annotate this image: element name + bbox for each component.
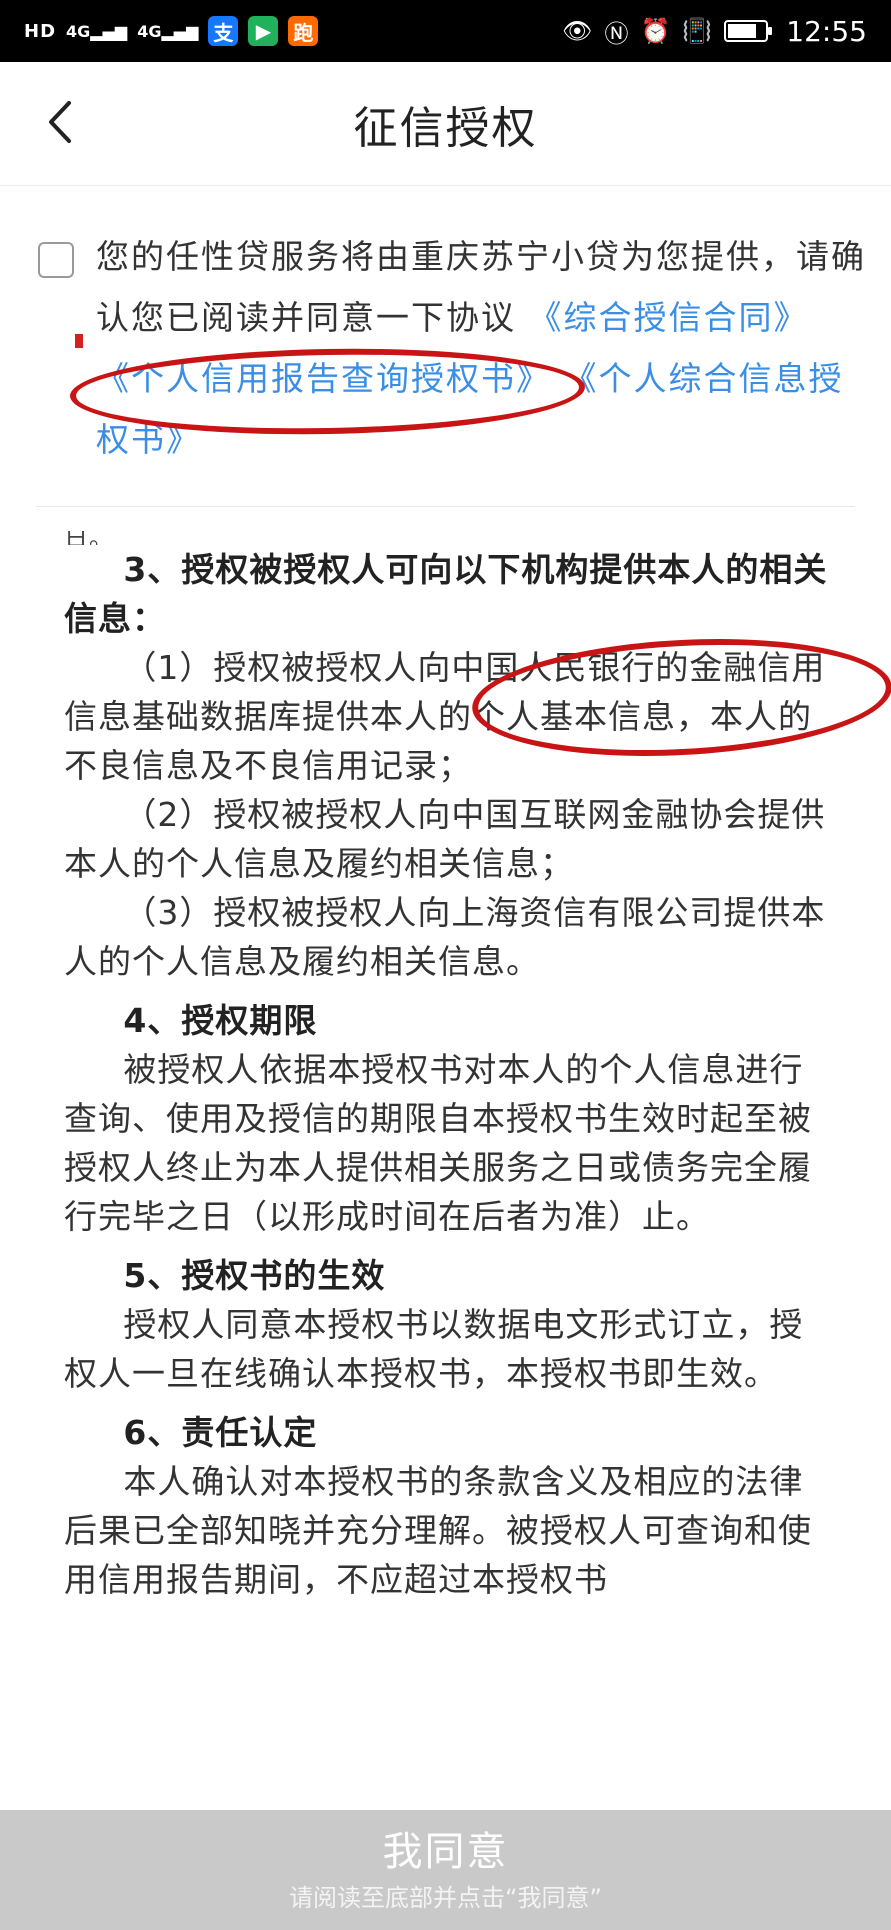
section-3-item-3: （3）授权被授权人向上海资信有限公司提供本人的个人信息及履约相关信息。 (64, 893, 826, 981)
credit-report-authorization-link[interactable]: 《个人信用报告查询授权书》 (96, 359, 551, 398)
signal-icon-2: 4G▂▄▆ (137, 21, 199, 41)
section-3-item-1: （1）授权被授权人向中国人民银行的金融信用信息基础数据库提供本人的个人基本信息，… (64, 648, 826, 785)
hd-indicator: HD (24, 20, 57, 42)
sport-app-notification-icon: 跑 (288, 16, 319, 46)
clock: 12:55 (786, 14, 867, 48)
section-6-body: 本人确认对本授权书的条款含义及相应的法律后果已全部知晓并充分理解。被授权人可查询… (64, 1462, 812, 1599)
section-5-title: 5、授权书的生效 (123, 1256, 386, 1295)
section-6-title: 6、责任认定 (123, 1413, 318, 1452)
annotation-mark (75, 334, 83, 348)
alarm-icon: ⏰ (640, 17, 671, 45)
section-5-body: 授权人同意本授权书以数据电文形式订立，授权人一旦在线确认本授权书，本授权书即生效… (64, 1305, 804, 1393)
signal-label-2: 4G (137, 21, 162, 41)
agree-hint: 请阅读至底部并点击“我同意” (289, 1884, 602, 1912)
divider (36, 506, 855, 507)
nfc-icon: Ⓝ (604, 19, 629, 48)
alipay-notification-icon: 支 (208, 16, 239, 46)
status-left: HD 4G▂▄▆ 4G▂▄▆ 支 ▶ 跑 (24, 16, 319, 46)
agree-button[interactable]: 我同意 请阅读至底部并点击“我同意” (0, 1810, 891, 1930)
vibrate-icon: 📳 (682, 17, 713, 45)
status-bar: HD 4G▂▄▆ 4G▂▄▆ 支 ▶ 跑 👁 Ⓝ ⏰ 📳 12:55 (0, 0, 891, 62)
status-right: 👁 Ⓝ ⏰ 📳 12:55 (562, 14, 867, 49)
video-app-notification-icon: ▶ (248, 16, 279, 46)
section-3-title: 3、授权被授权人可向以下机构提供本人的相关信息： (64, 550, 828, 638)
authorization-document[interactable]: 日。 3、授权被授权人可向以下机构提供本人的相关信息： （1）授权被授权人向中国… (64, 531, 834, 1604)
credit-contract-link[interactable]: 《综合授信合同》 (529, 298, 809, 337)
section-4-title: 4、授权期限 (123, 1001, 318, 1040)
agreement-text: 您的任性贷服务将由重庆苏宁小贷为您提供，请确认您已阅读并同意一下协议 《综合授信… (96, 226, 866, 470)
section-3-item-2: （2）授权被授权人向中国互联网金融协会提供本人的个人信息及履约相关信息； (64, 795, 826, 883)
page-title: 征信授权 (353, 103, 538, 154)
eye-comfort-icon: 👁 (562, 17, 593, 45)
section-4-body: 被授权人依据本授权书对本人的个人信息进行查询、使用及授信的期限自本授权书生效时起… (64, 1050, 812, 1236)
clipped-line: 日。 (64, 531, 114, 545)
battery-icon (724, 20, 773, 42)
signal-icon: 4G▂▄▆ (66, 21, 128, 41)
nav-bar: 征信授权 (0, 62, 891, 186)
agree-button-label: 我同意 (382, 1829, 509, 1875)
agree-checkbox[interactable] (38, 242, 74, 278)
agreement-block: 您的任性贷服务将由重庆苏宁小贷为您提供，请确认您已阅读并同意一下协议 《综合授信… (0, 186, 891, 507)
signal-label-1: 4G (66, 21, 91, 41)
